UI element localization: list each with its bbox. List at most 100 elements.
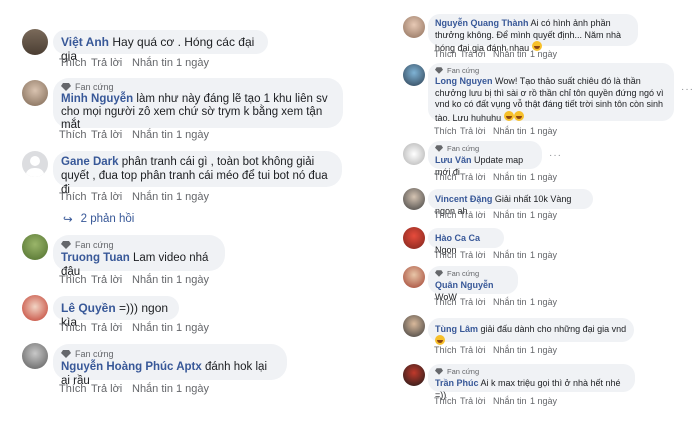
like-link[interactable]: Thích xyxy=(59,274,91,286)
like-link[interactable]: Thích xyxy=(434,297,460,307)
avatar[interactable] xyxy=(403,227,425,249)
message-link[interactable]: Nhắn tin xyxy=(132,274,176,286)
like-link[interactable]: Thích xyxy=(59,383,91,395)
like-link[interactable]: Thích xyxy=(434,49,460,59)
reply-link[interactable]: Trả lời xyxy=(91,57,132,69)
avatar[interactable] xyxy=(22,295,48,321)
reply-link[interactable]: Trả lời xyxy=(91,129,132,141)
fan-label: Fan cứng xyxy=(447,143,480,153)
view-replies-link[interactable]: ↪ 2 phản hồi xyxy=(63,212,134,226)
message-link[interactable]: Nhắn tin xyxy=(493,345,530,355)
message-link[interactable]: Nhắn tin xyxy=(493,250,530,260)
avatar[interactable] xyxy=(22,234,48,260)
reply-link[interactable]: Trả lời xyxy=(91,191,132,203)
timestamp[interactable]: 1 ngày xyxy=(176,274,209,286)
avatar[interactable] xyxy=(403,315,425,337)
timestamp[interactable]: 1 ngày xyxy=(176,191,209,203)
reply-link[interactable]: Trả lời xyxy=(91,383,132,395)
like-link[interactable]: Thích xyxy=(59,322,91,334)
comment-bubble: Hào Ca Ca Ngon xyxy=(428,228,504,255)
message-link[interactable]: Nhắn tin xyxy=(132,57,176,69)
timestamp[interactable]: 1 ngày xyxy=(176,129,209,141)
comment-author[interactable]: Vincent Đặng xyxy=(435,194,492,204)
avatar[interactable] xyxy=(22,29,48,55)
fan-badge: Fan cứng xyxy=(61,81,335,93)
avatar[interactable] xyxy=(403,64,425,86)
message-link[interactable]: Nhắn tin xyxy=(132,191,176,203)
reply-link[interactable]: Trả lời xyxy=(460,250,493,260)
message-link[interactable]: Nhắn tin xyxy=(493,49,530,59)
diamond-icon xyxy=(61,83,71,91)
comment-author[interactable]: Minh Nguyễn xyxy=(61,93,133,105)
comment-bubble: Nguyễn Quang Thành Ai có hình ảnh phần t… xyxy=(428,14,638,53)
comment-author[interactable]: Truong Tuan xyxy=(61,252,130,264)
reply-link[interactable]: Trả lời xyxy=(460,396,493,406)
comment-actions: Thích Trả lời Nhắn tin 1 ngày xyxy=(59,322,209,334)
comment-bubble: Vincent Đặng Giải nhất 10k Vàng ngon ah xyxy=(428,189,593,216)
reply-link[interactable]: Trả lời xyxy=(460,126,493,136)
comment-bubble: Lê Quyền =))) ngon kìa xyxy=(53,296,179,329)
avatar[interactable] xyxy=(403,188,425,210)
message-link[interactable]: Nhắn tin xyxy=(493,297,530,307)
comment-author[interactable]: Lê Quyền xyxy=(61,301,116,315)
timestamp[interactable]: 1 ngày xyxy=(176,322,209,334)
timestamp[interactable]: 1 ngày xyxy=(176,57,209,69)
reply-link[interactable]: Trả lời xyxy=(91,274,132,286)
reply-link[interactable]: Trả lời xyxy=(460,297,493,307)
avatar[interactable] xyxy=(22,151,48,177)
fan-badge: Fan cứng xyxy=(435,268,511,279)
comment-actions: Thích Trả lời Nhắn tin 1 ngày xyxy=(434,210,557,220)
message-link[interactable]: Nhắn tin xyxy=(132,129,176,141)
message-link[interactable]: Nhắn tin xyxy=(493,396,530,406)
reply-link[interactable]: Trả lời xyxy=(460,49,493,59)
like-link[interactable]: Thích xyxy=(434,172,460,182)
comment-bubble: Gane Dark phân tranh cái gì , toàn bot k… xyxy=(53,151,342,196)
reply-link[interactable]: Trả lời xyxy=(91,322,132,334)
more-options-icon[interactable]: ··· xyxy=(549,150,562,161)
like-link[interactable]: Thích xyxy=(434,250,460,260)
avatar[interactable] xyxy=(403,364,425,386)
avatar[interactable] xyxy=(403,266,425,288)
timestamp[interactable]: 1 ngày xyxy=(530,396,557,406)
comment-author[interactable]: Quân Nguyễn xyxy=(435,280,494,290)
timestamp[interactable]: 1 ngày xyxy=(530,250,557,260)
like-link[interactable]: Thích xyxy=(59,57,91,69)
comment-author[interactable]: Long Nguyen xyxy=(435,76,493,86)
reply-link[interactable]: Trả lời xyxy=(460,345,493,355)
comment-actions: Thích Trả lời Nhắn tin 1 ngày xyxy=(59,383,209,395)
avatar[interactable] xyxy=(22,343,48,369)
like-link[interactable]: Thích xyxy=(434,210,460,220)
comment-author[interactable]: Trần Phúc xyxy=(435,378,479,388)
timestamp[interactable]: 1 ngày xyxy=(530,49,557,59)
message-link[interactable]: Nhắn tin xyxy=(493,210,530,220)
message-link[interactable]: Nhắn tin xyxy=(132,322,176,334)
like-link[interactable]: Thích xyxy=(434,126,460,136)
comment-author[interactable]: Hào Ca Ca xyxy=(435,233,480,243)
more-options-icon[interactable]: ··· xyxy=(681,84,694,95)
message-link[interactable]: Nhắn tin xyxy=(493,172,530,182)
comment-author[interactable]: Lưu Văn xyxy=(435,155,472,165)
timestamp[interactable]: 1 ngày xyxy=(530,172,557,182)
timestamp[interactable]: 1 ngày xyxy=(530,210,557,220)
like-link[interactable]: Thích xyxy=(59,191,91,203)
reply-link[interactable]: Trả lời xyxy=(460,172,493,182)
timestamp[interactable]: 1 ngày xyxy=(530,345,557,355)
comment-author[interactable]: Nguyễn Hoàng Phúc Aptx xyxy=(61,361,202,373)
avatar[interactable] xyxy=(22,80,48,106)
timestamp[interactable]: 1 ngày xyxy=(530,297,557,307)
like-link[interactable]: Thích xyxy=(434,396,460,406)
comment-author[interactable]: Việt Anh xyxy=(61,35,109,49)
timestamp[interactable]: 1 ngày xyxy=(176,383,209,395)
like-link[interactable]: Thích xyxy=(59,129,91,141)
message-link[interactable]: Nhắn tin xyxy=(132,383,176,395)
avatar[interactable] xyxy=(403,16,425,38)
like-link[interactable]: Thích xyxy=(434,345,460,355)
laughing-emoji xyxy=(513,110,524,121)
avatar[interactable] xyxy=(403,143,425,165)
message-link[interactable]: Nhắn tin xyxy=(493,126,530,136)
reply-link[interactable]: Trả lời xyxy=(460,210,493,220)
comment-author[interactable]: Gane Dark xyxy=(61,156,119,168)
timestamp[interactable]: 1 ngày xyxy=(530,126,557,136)
comment-author[interactable]: Tùng Lâm xyxy=(435,324,478,334)
comment-author[interactable]: Nguyễn Quang Thành xyxy=(435,18,529,28)
